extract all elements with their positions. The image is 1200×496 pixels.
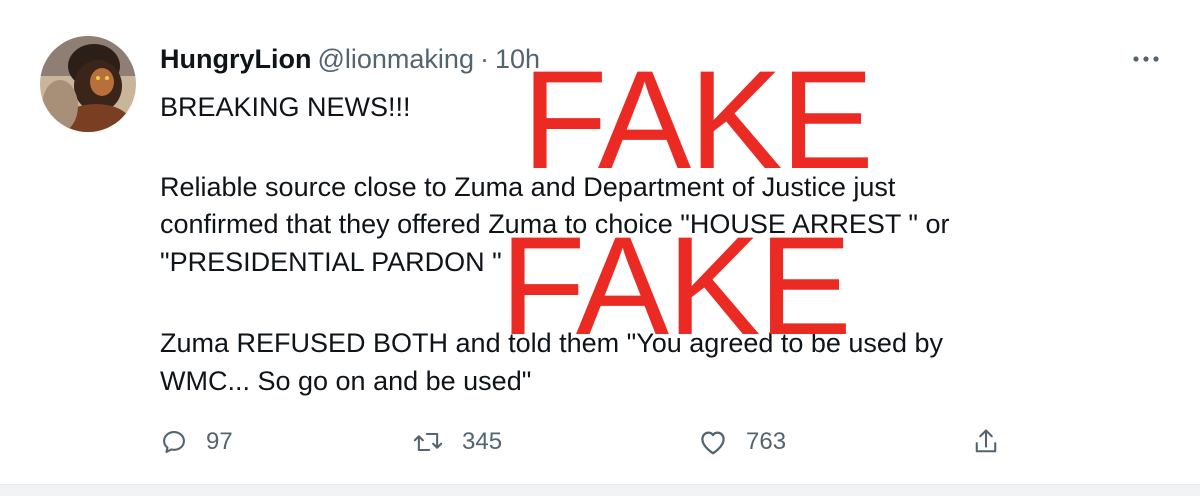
- reply-count: 97: [206, 428, 233, 455]
- avatar[interactable]: [40, 36, 136, 132]
- user-handle[interactable]: @lionmaking: [317, 44, 473, 74]
- reply-icon: [163, 431, 185, 453]
- share-button[interactable]: [972, 424, 1000, 460]
- timeline-divider: [0, 484, 1200, 496]
- fake-stamp-bottom: FAKE: [500, 207, 852, 364]
- reply-button[interactable]: 97: [160, 424, 233, 460]
- display-name[interactable]: HungryLion: [160, 44, 311, 74]
- tweet-header: HungryLion @lionmaking · 10h: [160, 42, 540, 76]
- tweet-card[interactable]: HungryLion @lionmaking · 10h BREAKING NEWS!…: [0, 0, 1200, 484]
- retweet-icon: [413, 432, 443, 452]
- like-count: 763: [746, 428, 787, 455]
- like-button[interactable]: 763: [698, 424, 786, 460]
- heart-icon: [701, 431, 725, 455]
- tweet-text-line: WMC... So go on and be used": [160, 366, 532, 396]
- more-icon[interactable]: [1126, 44, 1166, 74]
- retweet-button[interactable]: 345: [412, 424, 502, 460]
- fake-stamp-top: FAKE: [522, 41, 874, 198]
- separator-dot: ·: [479, 44, 489, 74]
- share-icon: [975, 429, 997, 453]
- tweet-text-line: "PRESIDENTIAL PARDON ": [160, 247, 502, 277]
- retweet-count: 345: [462, 428, 503, 455]
- tweet-text-line: BREAKING NEWS!!!: [160, 92, 411, 122]
- avatar-image: [40, 36, 136, 132]
